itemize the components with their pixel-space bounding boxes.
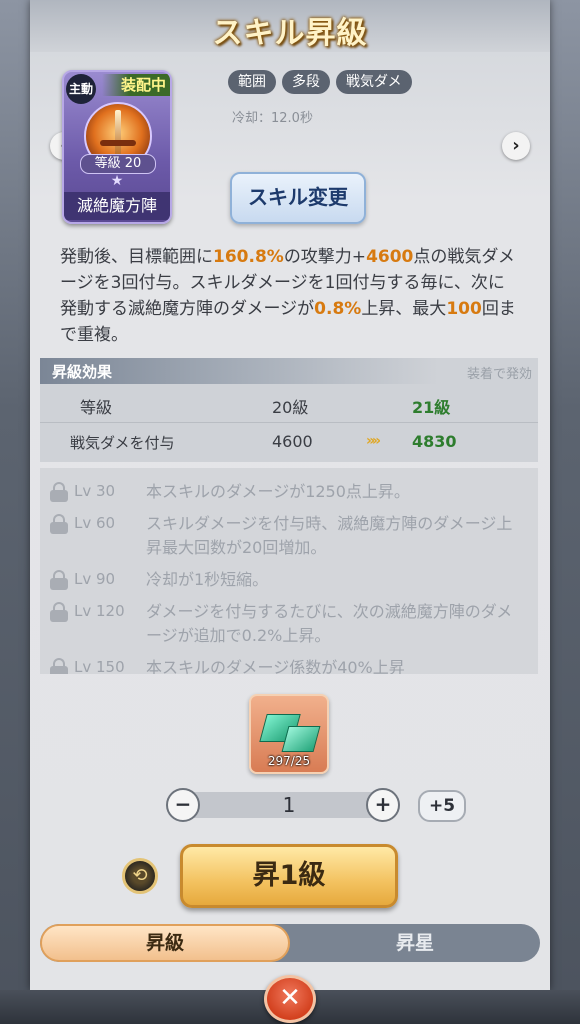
upgrade-effect-title: 昇級効果 (52, 363, 113, 381)
upgrade-row-damage: 戦気ダメを付与 4600 »» 4830 (40, 424, 538, 460)
row-next: 4830 (412, 432, 457, 451)
upgrade-button[interactable]: 昇1級 (180, 844, 398, 908)
quantity-stepper: − 1 + (166, 788, 412, 822)
skill-card[interactable]: 主動 装配中 等級 20 ★ 滅絶魔方陣 (62, 70, 172, 224)
row-current: 4600 (272, 432, 313, 451)
page-title: スキル昇級 (212, 16, 368, 51)
row-label: 戦気ダメを付与 (70, 434, 175, 452)
row-next: 21級 (412, 398, 451, 417)
next-skill-button[interactable]: › (502, 132, 530, 160)
green-gem-icon-2 (281, 726, 321, 752)
unlock-level: Lv 150 (74, 658, 125, 674)
lock-icon (50, 570, 68, 590)
increase-button[interactable]: + (366, 788, 400, 822)
row-current: 20級 (272, 398, 309, 417)
lock-icon (50, 482, 68, 502)
lock-icon (50, 514, 68, 534)
upgrade-effect-note: 装着で発効 (466, 367, 532, 382)
tab-star-up[interactable]: 昇星 (290, 924, 540, 962)
lock-icon (50, 658, 68, 674)
unlock-level: Lv 60 (74, 514, 116, 532)
upgrade-effect-header (40, 358, 538, 384)
background-right (550, 0, 580, 1024)
auto-upgrade-icon[interactable]: ⟲ (122, 858, 158, 894)
background-left (0, 0, 30, 1024)
unlock-level: Lv 90 (74, 570, 116, 588)
upgrade-effect-box: 昇級効果 装着で発効 等級 20級 21級 戦気ダメを付与 4600 »» 48… (40, 358, 538, 462)
material-count: 297/25 (267, 754, 311, 768)
level-unlock-list[interactable]: Lv 30 本スキルのダメージが1250点上昇。 Lv 60 スキルダメージを付… (40, 468, 538, 674)
plus-five-button[interactable]: +5 (418, 790, 466, 822)
skill-tag: 戦気ダメ (336, 70, 412, 94)
unlock-text: 本スキルのダメージが1250点上昇。 (146, 482, 410, 501)
skill-tag: 多段 (282, 70, 330, 94)
unlock-level: Lv 30 (74, 482, 116, 500)
cooldown-text: 冷却：12.0秒 (232, 111, 313, 126)
skill-description: 発動後、目標範囲に160.8%の攻撃力+4600点の戦気ダメージを3回付与。スキ… (60, 247, 516, 345)
unlock-level: Lv 120 (74, 602, 125, 620)
skill-name: 滅絶魔方陣 (64, 192, 170, 220)
star-icon: ★ (110, 173, 124, 189)
unlock-text: 冷却が1秒短縮。 (146, 570, 269, 589)
decrease-button[interactable]: − (166, 788, 200, 822)
equip-status-tag: 装配中 (102, 74, 170, 96)
skill-tags: 範囲 多段 戦気ダメ (228, 70, 412, 94)
quantity-value: 1 (282, 793, 296, 817)
change-skill-button[interactable]: スキル変更 (230, 172, 366, 224)
tab-upgrade[interactable]: 昇級 (40, 924, 290, 962)
upgrade-row-level: 等級 20級 21級 (40, 386, 538, 423)
unlock-text: スキルダメージを付与時、滅絶魔方陣のダメージ上昇最大回数が20回増加。 (146, 514, 513, 557)
lock-icon (50, 602, 68, 622)
row-label: 等級 (80, 398, 113, 417)
unlock-text: ダメージを付与するたびに、次の滅絶魔方陣のダメージが追加で0.2%上昇。 (146, 602, 513, 645)
skill-level-badge: 等級 20 (80, 154, 156, 174)
chevron-right-icon: »» (366, 433, 381, 449)
close-button[interactable]: ✕ (264, 975, 316, 1023)
material-item[interactable]: 297/25 (249, 694, 329, 774)
skill-type-tag: 主動 (66, 74, 96, 104)
skill-tag: 範囲 (228, 70, 276, 94)
unlock-text: 本スキルのダメージ係数が40%上昇 (146, 658, 405, 674)
tab-bar: 昇級 昇星 (40, 924, 540, 962)
